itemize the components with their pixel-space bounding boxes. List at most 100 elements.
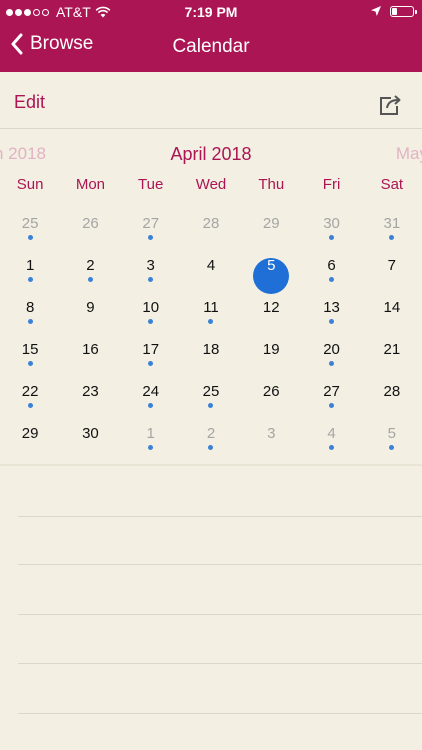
- day-cell[interactable]: 10: [121, 288, 181, 330]
- location-arrow-icon: [371, 6, 381, 16]
- day-number: 27: [323, 383, 340, 400]
- weekday-sat: Sat: [380, 176, 404, 193]
- day-cell[interactable]: 24: [121, 372, 181, 414]
- day-number: 8: [25, 299, 35, 316]
- event-list: [0, 466, 422, 750]
- day-cell[interactable]: 1: [121, 414, 181, 456]
- day-cell[interactable]: 21: [362, 330, 422, 372]
- day-number: 26: [82, 215, 99, 232]
- weekday-mon: Mon: [75, 176, 106, 193]
- event-dot-icon: [329, 319, 335, 324]
- day-number: 28: [383, 383, 401, 400]
- day-number: 5: [267, 257, 276, 274]
- app-header: AT&T 7:19 PM Browse Calendar: [0, 0, 422, 72]
- day-cell[interactable]: 16: [60, 330, 120, 372]
- day-cell[interactable]: 7: [362, 246, 422, 288]
- day-cell[interactable]: 15: [0, 330, 60, 372]
- list-separator: [18, 614, 422, 615]
- chevron-left-icon: [11, 33, 23, 55]
- calendar-grid: 25 26 27 28 29 30 31 1 2 3 4 5 6 7 8 9 10 11 12 13 14 15 16 17 1…: [0, 204, 422, 456]
- event-dot-icon: [27, 277, 33, 282]
- event-dot-icon: [389, 445, 395, 450]
- day-cell[interactable]: 4: [181, 246, 241, 288]
- edit-button[interactable]: Edit: [14, 92, 45, 113]
- event-dot-icon: [389, 235, 395, 240]
- event-dot-icon: [148, 445, 154, 450]
- day-number: 12: [262, 299, 280, 316]
- day-number: 28: [202, 215, 220, 232]
- selected-day-cell[interactable]: 5: [241, 246, 301, 294]
- day-cell[interactable]: 9: [60, 288, 120, 330]
- next-month-label[interactable]: May: [396, 144, 422, 164]
- day-cell[interactable]: 4: [301, 414, 361, 456]
- event-dot-icon: [329, 361, 335, 366]
- day-cell[interactable]: 29: [0, 414, 60, 456]
- day-cell[interactable]: 2: [60, 246, 120, 288]
- back-button[interactable]: Browse: [10, 33, 93, 55]
- day-cell[interactable]: 5: [362, 414, 422, 456]
- day-number: 19: [262, 341, 280, 358]
- list-separator: [18, 663, 422, 664]
- status-time: 7:19 PM: [184, 4, 238, 20]
- day-cell[interactable]: 14: [362, 288, 422, 330]
- calendar-week-row: 1 2 3 4 5 6 7: [0, 246, 422, 294]
- day-number: 25: [21, 215, 39, 232]
- day-cell[interactable]: 1: [0, 246, 60, 288]
- day-number: 26: [262, 383, 280, 400]
- event-dot-icon: [27, 403, 33, 408]
- day-cell[interactable]: 26: [241, 372, 301, 414]
- day-cell[interactable]: 12: [241, 288, 301, 330]
- day-cell[interactable]: 30: [60, 414, 120, 456]
- day-number: 1: [25, 257, 35, 274]
- day-number: 2: [86, 257, 95, 274]
- event-dot-icon: [27, 319, 33, 324]
- event-dot-icon: [208, 319, 214, 324]
- weekday-wed: Wed: [195, 176, 227, 193]
- battery-icon: [390, 5, 417, 17]
- day-number: 30: [82, 425, 99, 442]
- day-cell[interactable]: 30: [301, 204, 361, 246]
- day-cell[interactable]: 3: [241, 414, 301, 456]
- day-cell[interactable]: 11: [181, 288, 241, 330]
- list-separator: [18, 713, 422, 714]
- share-icon[interactable]: [378, 94, 402, 116]
- month-selector: n 2018 April 2018 May: [0, 140, 422, 168]
- status-right: [370, 5, 417, 17]
- day-cell[interactable]: 26: [60, 204, 120, 246]
- day-cell[interactable]: 17: [121, 330, 181, 372]
- day-cell[interactable]: 29: [241, 204, 301, 246]
- day-cell[interactable]: 28: [362, 372, 422, 414]
- day-cell[interactable]: 31: [362, 204, 422, 246]
- day-number: 14: [383, 299, 401, 316]
- day-cell[interactable]: 8: [0, 288, 60, 330]
- day-cell[interactable]: 25: [181, 372, 241, 414]
- day-cell[interactable]: 28: [181, 204, 241, 246]
- day-number: 3: [267, 425, 276, 442]
- day-cell[interactable]: 27: [301, 372, 361, 414]
- day-number: 13: [323, 299, 340, 316]
- day-cell[interactable]: 27: [121, 204, 181, 246]
- event-dot-icon: [208, 403, 214, 408]
- event-dot-icon: [148, 319, 154, 324]
- day-number: 29: [262, 215, 280, 232]
- day-cell[interactable]: 6: [301, 246, 361, 288]
- weekday-sun: Sun: [16, 176, 44, 193]
- day-cell[interactable]: 19: [241, 330, 301, 372]
- event-dot-icon: [148, 235, 154, 240]
- day-cell[interactable]: 13: [301, 288, 361, 330]
- event-dot-icon: [148, 403, 154, 408]
- day-cell[interactable]: 20: [301, 330, 361, 372]
- day-cell[interactable]: 22: [0, 372, 60, 414]
- event-dot-icon: [27, 361, 33, 366]
- day-number: 11: [203, 299, 219, 316]
- day-cell[interactable]: 18: [181, 330, 241, 372]
- event-dot-icon: [329, 277, 335, 282]
- day-cell[interactable]: 3: [121, 246, 181, 288]
- day-cell[interactable]: 25: [0, 204, 60, 246]
- calendar-week-row: 25 26 27 28 29 30 31: [0, 204, 422, 246]
- day-number: 4: [327, 425, 336, 442]
- list-separator: [18, 564, 422, 565]
- day-number: 2: [206, 425, 216, 442]
- day-cell[interactable]: 2: [181, 414, 241, 456]
- day-cell[interactable]: 23: [60, 372, 120, 414]
